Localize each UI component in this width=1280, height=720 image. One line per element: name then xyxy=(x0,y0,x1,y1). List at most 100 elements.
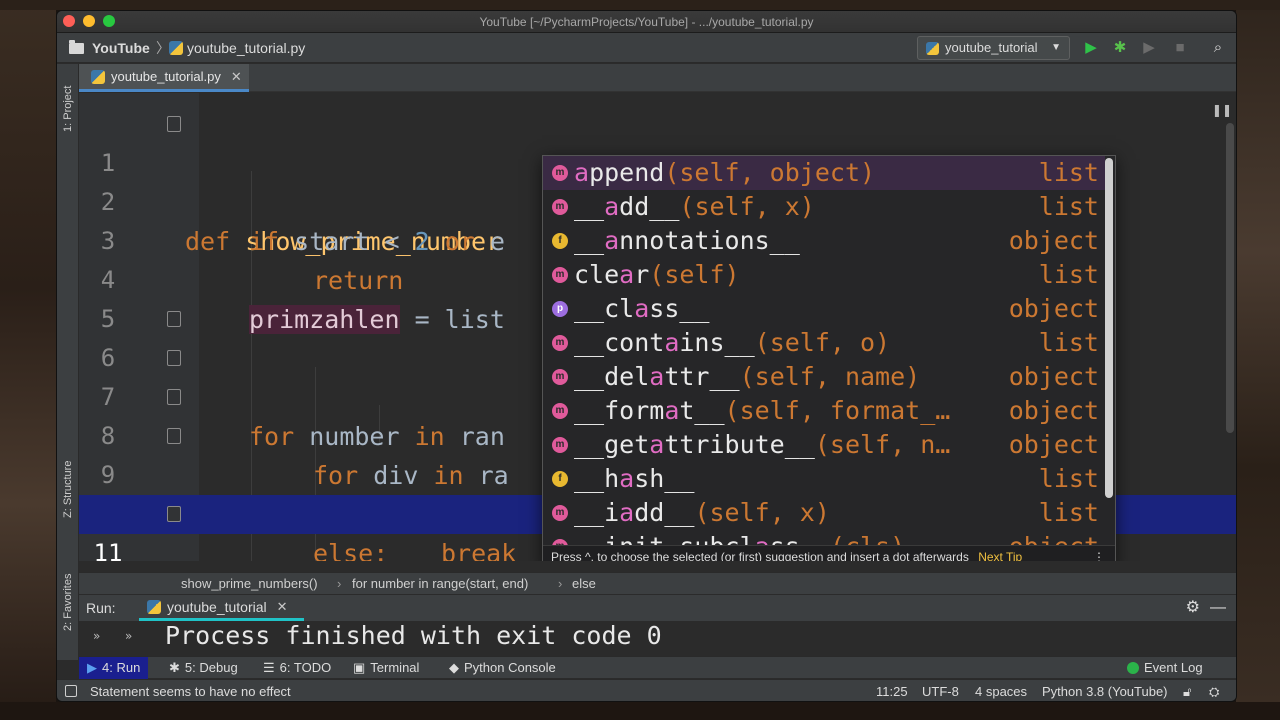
tool-window-event-log[interactable]: Event Log xyxy=(1119,657,1211,679)
minimize-window-button[interactable] xyxy=(83,15,95,27)
autocomplete-popup[interactable]: m append(self, object) list m __add__(self, … xyxy=(542,155,1116,561)
run-output: » » Process finished with exit code 0 xyxy=(79,621,1236,653)
suggestion-name: __iadd__(self, x) xyxy=(574,498,830,527)
inspector-icon[interactable]: ⛭ xyxy=(1209,680,1219,701)
suggestion-item[interactable]: m __contains__(self, o) list xyxy=(543,326,1105,360)
breadcrumb-function[interactable]: show_prime_numbers() xyxy=(181,573,318,595)
method-icon: m xyxy=(552,437,568,453)
coverage-icon[interactable]: ▶ xyxy=(1139,38,1159,58)
suggestion-item[interactable]: f __annotations__ object xyxy=(543,224,1105,258)
method-icon: m xyxy=(552,335,568,351)
tool-tab-structure[interactable]: Z: Structure xyxy=(57,444,79,534)
run-panel-label: Run: xyxy=(86,600,116,616)
run-tab-youtube-tutorial[interactable]: youtube_tutorial ✕ xyxy=(139,595,304,621)
nav-separator: 〉 xyxy=(156,40,170,56)
fold-marker[interactable] xyxy=(167,350,181,366)
suggestion-item[interactable]: f __hash__ list xyxy=(543,462,1105,496)
close-window-button[interactable] xyxy=(63,15,75,27)
suggestion-type: object xyxy=(1008,396,1099,425)
suggestion-name: __init_subclass__(cls) xyxy=(574,530,905,546)
window-icon[interactable] xyxy=(65,685,77,697)
code-editor[interactable]: 1 def show_prime_number 2 if start < 2 o… xyxy=(79,93,1236,561)
debug-icon[interactable]: ✱ xyxy=(1110,38,1130,58)
method-icon: m xyxy=(552,369,568,385)
field-icon: f xyxy=(552,233,568,249)
suggestion-item[interactable]: m __format__(self, format_… object xyxy=(543,394,1105,428)
fold-marker[interactable] xyxy=(167,428,181,444)
suggestion-item[interactable]: m__init_subclass__(cls)object xyxy=(543,530,1105,546)
suggestion-name: __class__ xyxy=(574,294,710,323)
python-interpreter[interactable]: Python 3.8 (YouTube) xyxy=(1042,680,1168,701)
suggestion-item[interactable]: m __add__(self, x) list xyxy=(543,190,1105,224)
popup-scrollbar[interactable] xyxy=(1105,158,1113,498)
suggestion-item[interactable]: m clear(self) list xyxy=(543,258,1105,292)
maximize-window-button[interactable] xyxy=(103,15,115,27)
suggestion-item[interactable]: p __class__ object xyxy=(543,292,1105,326)
more-options-icon[interactable]: ⋮ xyxy=(1093,546,1105,561)
close-icon[interactable]: ✕ xyxy=(277,594,288,620)
editor-tab-youtube-tutorial[interactable]: youtube_tutorial.py ✕ xyxy=(79,64,249,92)
suggestion-item[interactable]: m __iadd__(self, x) list xyxy=(543,496,1105,530)
tool-tab-favorites[interactable]: 2: Favorites xyxy=(57,562,79,642)
suggestion-name: __delattr__(self, name) xyxy=(574,362,921,391)
editor-scrollbar[interactable] xyxy=(1226,123,1234,433)
stop-icon[interactable]: ■ xyxy=(1170,38,1190,58)
suggestion-type: list xyxy=(1038,328,1099,357)
tool-window-python-console[interactable]: ◆ Python Console xyxy=(441,657,564,679)
python-icon xyxy=(147,599,161,614)
suggestion-name: clear(self) xyxy=(574,260,740,289)
suggestion-item[interactable]: m __delattr__(self, name) object xyxy=(543,360,1105,394)
code-line-1: 1 def show_prime_number xyxy=(79,105,1236,256)
breadcrumb-else[interactable]: else xyxy=(572,573,596,595)
tool-window-debug[interactable]: ✱ 5: Debug xyxy=(161,657,246,679)
search-icon[interactable]: ⌕ xyxy=(1208,38,1228,58)
status-bar: Statement seems to have no effect 11:25 … xyxy=(57,679,1236,701)
cursor-position[interactable]: 11:25 xyxy=(876,680,908,701)
gear-icon[interactable]: ⚙ xyxy=(1186,595,1200,621)
breadcrumb-for-loop[interactable]: for number in range(start, end) xyxy=(352,573,528,595)
editor-tab-label: youtube_tutorial.py xyxy=(111,69,221,84)
breadcrumb-separator: › xyxy=(337,576,342,591)
tool-window-python-console-label: Python Console xyxy=(464,660,556,675)
nav-file[interactable]: youtube_tutorial.py xyxy=(169,33,305,63)
tool-tab-project[interactable]: 1: Project xyxy=(57,74,79,144)
run-output-text: Process finished with exit code 0 xyxy=(165,621,662,650)
suggestion-list: m append(self, object) list m __add__(self, … xyxy=(543,156,1105,546)
file-encoding[interactable]: UTF-8 xyxy=(922,680,959,701)
lock-icon[interactable]: 🔓︎ xyxy=(1183,680,1191,701)
expand-icon[interactable]: » xyxy=(125,629,132,643)
desktop-background-bottom xyxy=(0,702,1280,720)
tool-window-todo[interactable]: ☰ 6: TODO xyxy=(255,657,339,679)
property-icon: p xyxy=(552,301,568,317)
nav-project[interactable]: YouTube xyxy=(69,33,150,63)
desktop-background-left xyxy=(0,0,56,720)
pause-icon[interactable]: ❚❚ xyxy=(1212,103,1232,117)
event-log-icon xyxy=(1127,662,1139,674)
indent-setting[interactable]: 4 spaces xyxy=(975,680,1027,701)
suggestion-item[interactable]: m append(self, object) list xyxy=(543,156,1105,190)
next-tip-link[interactable]: Next Tip xyxy=(978,550,1022,561)
todo-icon: ☰ xyxy=(263,660,275,675)
tool-window-run[interactable]: ▶ 4: Run xyxy=(79,657,149,679)
suggestion-type: object xyxy=(1009,530,1099,546)
suggestion-item[interactable]: m __getattribute__(self, n… object xyxy=(543,428,1105,462)
terminal-icon: ▣ xyxy=(353,660,366,675)
run-icon[interactable]: ▶ xyxy=(1081,38,1101,58)
run-tab-label: youtube_tutorial xyxy=(167,598,267,615)
run-configuration-select[interactable]: youtube_tutorial ▼ xyxy=(917,36,1070,60)
minimize-icon[interactable]: — xyxy=(1210,595,1226,621)
fold-marker[interactable] xyxy=(167,389,181,405)
python-file-icon xyxy=(91,69,105,84)
tool-window-terminal[interactable]: ▣ Terminal xyxy=(345,657,427,679)
popup-footer: Press ^. to choose the selected (or firs… xyxy=(543,545,1115,561)
expand-icon[interactable]: » xyxy=(93,629,100,643)
fold-marker[interactable] xyxy=(167,506,181,522)
suggestion-type: list xyxy=(1038,464,1099,493)
run-configuration-label: youtube_tutorial xyxy=(945,40,1038,55)
tool-window-bar: ▶ 4: Run ✱ 5: Debug ☰ 6: TODO ▣ Terminal… xyxy=(79,656,1236,679)
fold-marker[interactable] xyxy=(167,116,181,132)
fold-marker[interactable] xyxy=(167,311,181,327)
navigation-bar: YouTube 〉 youtube_tutorial.py youtube_tu… xyxy=(57,33,1236,63)
suggestion-type: list xyxy=(1038,158,1099,187)
close-icon[interactable]: ✕ xyxy=(231,69,242,85)
